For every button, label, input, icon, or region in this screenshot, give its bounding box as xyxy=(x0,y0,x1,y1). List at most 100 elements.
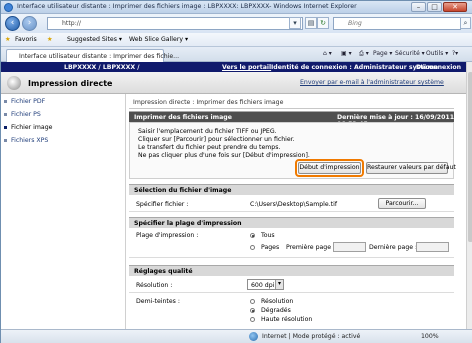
range-all-radio[interactable] xyxy=(250,233,255,238)
address-bar-row: ‹ › http:// ▾ ▤ ↻ Bing ⌕ xyxy=(1,14,472,33)
file-path-input[interactable]: C:\Users\Desktop\Sample.tif xyxy=(250,201,337,208)
window-title: Interface utilisateur distante : Imprime… xyxy=(17,3,357,10)
portal-link[interactable]: Vers le portail xyxy=(222,64,271,71)
range-all-label: Tous xyxy=(261,232,275,239)
favorites-button[interactable]: Favoris xyxy=(15,36,37,43)
halftone-gradation-radio[interactable] xyxy=(250,308,255,313)
resolution-select[interactable]: 600 dpi ▾ xyxy=(247,279,284,290)
panel-title: Imprimer des fichiers image xyxy=(134,114,232,121)
app-header: Impression directe Envoyer par e-mail à … xyxy=(1,72,466,94)
feeds-icon[interactable]: ▣ ▾ xyxy=(341,50,352,57)
sidebar-item-pdf[interactable]: Fichier PDF xyxy=(4,98,45,105)
resolution-label: Résolution : xyxy=(136,282,173,289)
ie-logo-icon xyxy=(4,3,13,12)
dropdown-icon[interactable]: ▾ xyxy=(289,17,301,29)
maximize-button[interactable]: □ xyxy=(427,2,442,12)
sidebar: Fichier PDF Fichier PS Fichier image Fic… xyxy=(1,94,126,329)
compatibility-icon[interactable]: ▤ xyxy=(305,17,317,29)
tab-active[interactable]: Interface utilisateur distante : Imprime… xyxy=(6,49,179,62)
page-menu[interactable]: Page ▾ xyxy=(373,50,392,57)
range-label: Plage d'impression : xyxy=(136,232,199,239)
last-page-input[interactable] xyxy=(416,242,449,252)
quality-section-title: Réglages qualité xyxy=(134,268,193,275)
search-placeholder: Bing xyxy=(348,20,362,27)
chevron-down-icon: ▾ xyxy=(275,280,283,289)
email-admin-link[interactable]: Envoyer par e-mail à l'administrateur sy… xyxy=(300,79,444,86)
file-section-title: Sélection du fichier d'image xyxy=(134,187,232,194)
tab-row: Interface utilisateur distante : Imprime… xyxy=(1,47,472,62)
home-icon[interactable]: ⌂ ▾ xyxy=(323,50,332,57)
help-icon[interactable]: ?▾ xyxy=(452,50,458,57)
divider xyxy=(129,108,454,109)
zone-status: Internet | Mode protégé : activé xyxy=(262,333,361,340)
halftone-row: Demi-teintes : Résolution Dégradés Haute… xyxy=(129,293,454,329)
page-content: LBPXXXX / LBPXXXX / Vers le portail Iden… xyxy=(1,62,466,329)
panel-title-bar: Imprimer des fichiers image Dernière mis… xyxy=(129,111,454,128)
restore-defaults-button[interactable]: Restaurer valeurs par défaut xyxy=(366,162,456,174)
url-input[interactable]: http:// xyxy=(47,17,303,30)
refresh-icon[interactable]: ↻ xyxy=(317,17,329,29)
last-page-label: Dernière page : xyxy=(369,244,418,251)
halftone-label: Demi-teintes : xyxy=(136,298,180,305)
range-row: Plage d'impression : Tous Pages Première… xyxy=(129,228,454,258)
file-row: Spécifier fichier : C:\Users\Desktop\Sam… xyxy=(129,195,454,212)
resolution-value: 600 dpi xyxy=(251,282,275,289)
zoom-level[interactable]: 100% xyxy=(421,333,439,340)
resolution-row: Résolution : 600 dpi ▾ xyxy=(129,276,454,293)
internet-globe-icon xyxy=(249,332,258,341)
file-label: Spécifier fichier : xyxy=(136,201,189,208)
halftone-gradation-label: Dégradés xyxy=(261,307,291,314)
instruction-line: Cliquer sur [Parcourir] pour sélectionne… xyxy=(138,136,295,143)
halftone-resolution-label: Résolution xyxy=(261,298,294,305)
browse-button[interactable]: Parcourir... xyxy=(378,198,426,209)
instruction-line: Saisir l'emplacement du fichier TIFF ou … xyxy=(138,128,277,135)
security-menu[interactable]: Sécurité ▾ xyxy=(395,50,425,57)
logout-link[interactable]: Déconnexion xyxy=(416,64,461,71)
scrollbar-thumb[interactable] xyxy=(468,72,472,242)
range-section-title: Spécifier la plage d'impression xyxy=(134,220,242,227)
first-page-input[interactable] xyxy=(333,242,366,252)
file-section-header: Sélection du fichier d'image xyxy=(129,184,454,195)
device-name: LBPXXXX / LBPXXXX / xyxy=(64,64,140,71)
print-icon[interactable]: ⎙ ▾ xyxy=(359,50,369,58)
vertical-scrollbar[interactable] xyxy=(466,62,472,329)
start-print-button[interactable]: Début d'impression xyxy=(298,162,361,174)
suggested-sites-link[interactable]: Suggested Sites ▾ xyxy=(67,36,122,43)
halftone-high-res-label: Haute résolution xyxy=(261,316,313,323)
favorites-bar: ★ Favoris ★ Suggested Sites ▾ Web Slice … xyxy=(1,33,472,47)
title-bar: Interface utilisateur distante : Imprime… xyxy=(1,1,472,14)
tab-label: Interface utilisateur distante : Imprime… xyxy=(19,53,180,60)
instruction-line: Le transfert du fichier peut prendre du … xyxy=(138,144,281,151)
url-text: http:// xyxy=(62,20,81,27)
add-favorite-icon[interactable]: ★ xyxy=(47,36,53,43)
sidebar-item-image[interactable]: Fichier image xyxy=(4,124,52,131)
forward-button[interactable]: › xyxy=(22,16,37,31)
close-window-button[interactable]: ✕ xyxy=(443,2,467,12)
breadcrumb: Impression directe : Imprimer des fichie… xyxy=(133,99,284,106)
range-section-header: Spécifier la plage d'impression xyxy=(129,217,454,228)
direct-print-icon xyxy=(7,76,21,90)
minimize-button[interactable]: – xyxy=(411,2,426,12)
status-bar: Internet | Mode protégé : activé 100% xyxy=(1,329,472,343)
halftone-resolution-radio[interactable] xyxy=(250,299,255,304)
search-input[interactable]: Bing xyxy=(333,17,461,30)
quality-section-header: Réglages qualité xyxy=(129,265,454,276)
instructions-box: Saisir l'emplacement du fichier TIFF ou … xyxy=(129,122,456,179)
sidebar-item-ps[interactable]: Fichier PS xyxy=(4,111,41,118)
web-slice-gallery-link[interactable]: Web Slice Gallery ▾ xyxy=(129,36,188,43)
range-pages-label: Pages xyxy=(261,244,280,251)
login-info: Identité de connexion : Administrateur s… xyxy=(271,64,439,71)
favorites-star-icon: ★ xyxy=(5,36,11,43)
back-button[interactable]: ‹ xyxy=(5,16,20,31)
search-icon[interactable]: ⌕ xyxy=(460,17,471,29)
main-panel: Impression directe : Imprimer des fichie… xyxy=(129,94,456,329)
device-header: LBPXXXX / LBPXXXX / Vers le portail Iden… xyxy=(1,62,466,72)
halftone-high-res-radio[interactable] xyxy=(250,317,255,322)
sidebar-item-xps[interactable]: Fichiers XPS xyxy=(4,137,48,144)
first-page-label: Première page : xyxy=(286,244,336,251)
tools-menu[interactable]: Outils ▾ xyxy=(426,50,448,57)
browser-window: Interface utilisateur distante : Imprime… xyxy=(0,0,472,343)
app-title: Impression directe xyxy=(28,79,113,88)
instruction-line: Ne pas cliquer plus d'une fois sur [Débu… xyxy=(138,152,310,159)
range-pages-radio[interactable] xyxy=(250,245,255,250)
